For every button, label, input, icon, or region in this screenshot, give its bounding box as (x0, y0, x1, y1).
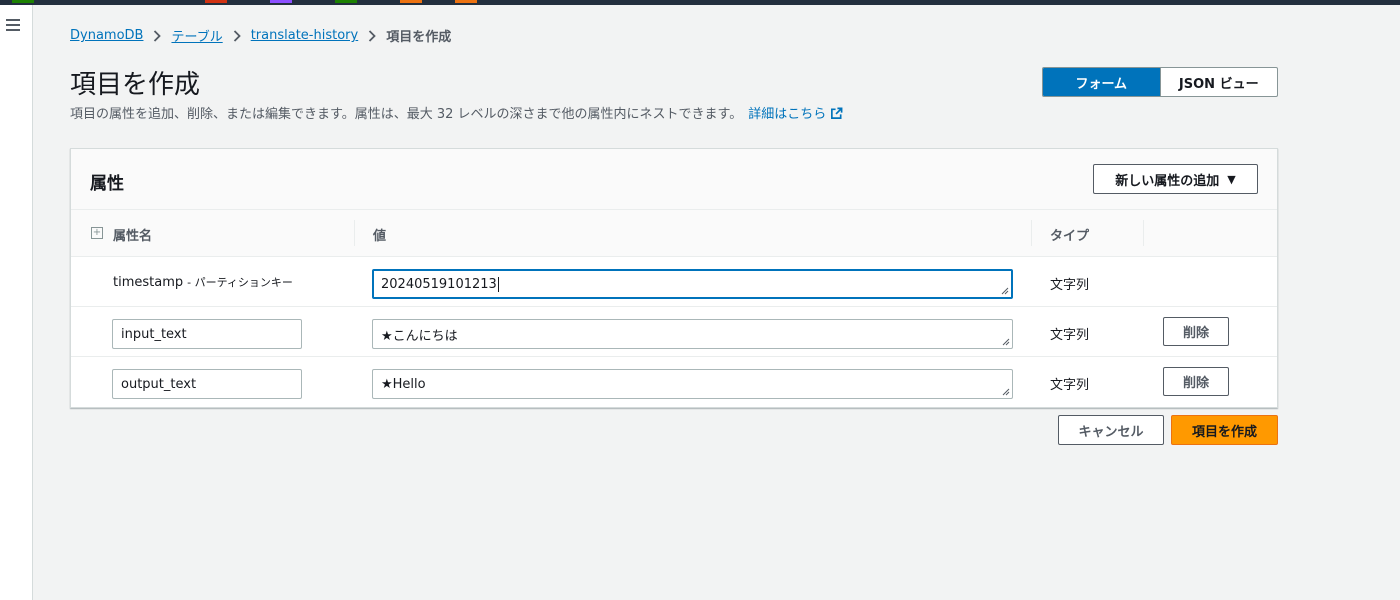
resize-grip-icon[interactable] (1002, 338, 1010, 346)
form-view-tab[interactable]: フォーム (1043, 68, 1160, 96)
side-navigation-rail (0, 5, 33, 600)
top-bar-mark (455, 0, 477, 3)
learn-more-label: 詳細はこちら (748, 107, 827, 122)
cancel-button[interactable]: キャンセル (1058, 415, 1164, 445)
breadcrumb-table-name[interactable]: translate-history (251, 28, 359, 43)
top-bar-mark (400, 0, 422, 3)
page-description-text: 項目の属性を追加、削除、または編集できます。属性は、最大 32 レベルの深さまで… (70, 107, 743, 122)
attribute-row-timestamp: timestamp - パーティションキー 20240519101213 文字列 (71, 257, 1277, 307)
external-link-icon (831, 107, 843, 119)
resize-grip-icon[interactable] (1002, 388, 1010, 396)
input-text-value-text: ★こんにちは (381, 328, 458, 344)
expand-all-icon[interactable]: + (91, 227, 103, 239)
caret-down-icon: ▼ (1227, 172, 1236, 186)
partition-key-attribute: timestamp (113, 275, 184, 290)
output-text-name-input[interactable]: output_text (112, 369, 302, 399)
input-text-value-input[interactable]: ★こんにちは (372, 319, 1013, 349)
attributes-table-header: + 属性名 値 タイプ (71, 210, 1277, 257)
top-bar-mark (270, 0, 292, 3)
create-item-button[interactable]: 項目を作成 (1171, 415, 1278, 445)
attributes-panel: 属性 新しい属性の追加 ▼ + 属性名 値 タイプ timestamp - パーテ… (70, 148, 1278, 408)
partition-key-label: - パーティションキー (187, 276, 293, 289)
chevron-right-icon (368, 29, 376, 42)
top-bar (0, 0, 1400, 5)
add-new-attribute-button[interactable]: 新しい属性の追加 ▼ (1093, 164, 1258, 194)
output-text-value-text: ★Hello (381, 376, 426, 392)
attribute-row-output-text: output_text ★Hello 文字列 削除 (71, 357, 1277, 407)
text-cursor (497, 276, 499, 292)
output-text-type: 文字列 (1050, 378, 1090, 393)
timestamp-type: 文字列 (1050, 278, 1090, 293)
top-bar-mark (335, 0, 357, 3)
breadcrumb-tables[interactable]: テーブル (171, 26, 222, 45)
chevron-right-icon (233, 29, 241, 42)
timestamp-value-input[interactable]: 20240519101213 (372, 269, 1013, 299)
output-text-value-input[interactable]: ★Hello (372, 369, 1013, 399)
breadcrumb-dynamodb[interactable]: DynamoDB (70, 28, 143, 43)
page-description: 項目の属性を追加、削除、または編集できます。属性は、最大 32 レベルの深さまで… (70, 103, 843, 122)
breadcrumb-current: 項目を作成 (386, 30, 452, 45)
column-divider (1143, 220, 1144, 246)
column-type: タイプ (1050, 229, 1090, 244)
column-divider (1031, 220, 1032, 246)
json-view-tab[interactable]: JSON ビュー (1159, 68, 1278, 96)
delete-output-text-button[interactable]: 削除 (1163, 367, 1229, 396)
partition-key-name: timestamp - パーティションキー (113, 274, 293, 290)
attribute-row-input-text: input_text ★こんにちは 文字列 削除 (71, 307, 1277, 357)
hamburger-icon[interactable] (6, 19, 20, 31)
top-bar-mark (12, 0, 34, 3)
input-text-type: 文字列 (1050, 328, 1090, 343)
column-divider (354, 220, 355, 246)
view-toggle: フォーム JSON ビュー (1042, 67, 1278, 97)
delete-input-text-button[interactable]: 削除 (1163, 317, 1229, 346)
breadcrumb: DynamoDB テーブル translate-history 項目を作成 (70, 26, 451, 45)
attributes-panel-header: 属性 新しい属性の追加 ▼ (71, 149, 1277, 210)
page-title: 項目を作成 (70, 70, 201, 100)
timestamp-value-text: 20240519101213 (381, 276, 497, 292)
column-value: 値 (373, 229, 387, 244)
learn-more-link[interactable]: 詳細はこちら (748, 107, 843, 122)
input-text-name-input[interactable]: input_text (112, 319, 302, 349)
add-new-attribute-label: 新しい属性の追加 (1115, 173, 1220, 189)
resize-grip-icon[interactable] (1001, 287, 1009, 295)
chevron-right-icon (153, 29, 162, 42)
attributes-panel-title: 属性 (90, 174, 124, 194)
top-bar-mark (205, 0, 227, 3)
column-attribute-name: 属性名 (113, 229, 153, 244)
